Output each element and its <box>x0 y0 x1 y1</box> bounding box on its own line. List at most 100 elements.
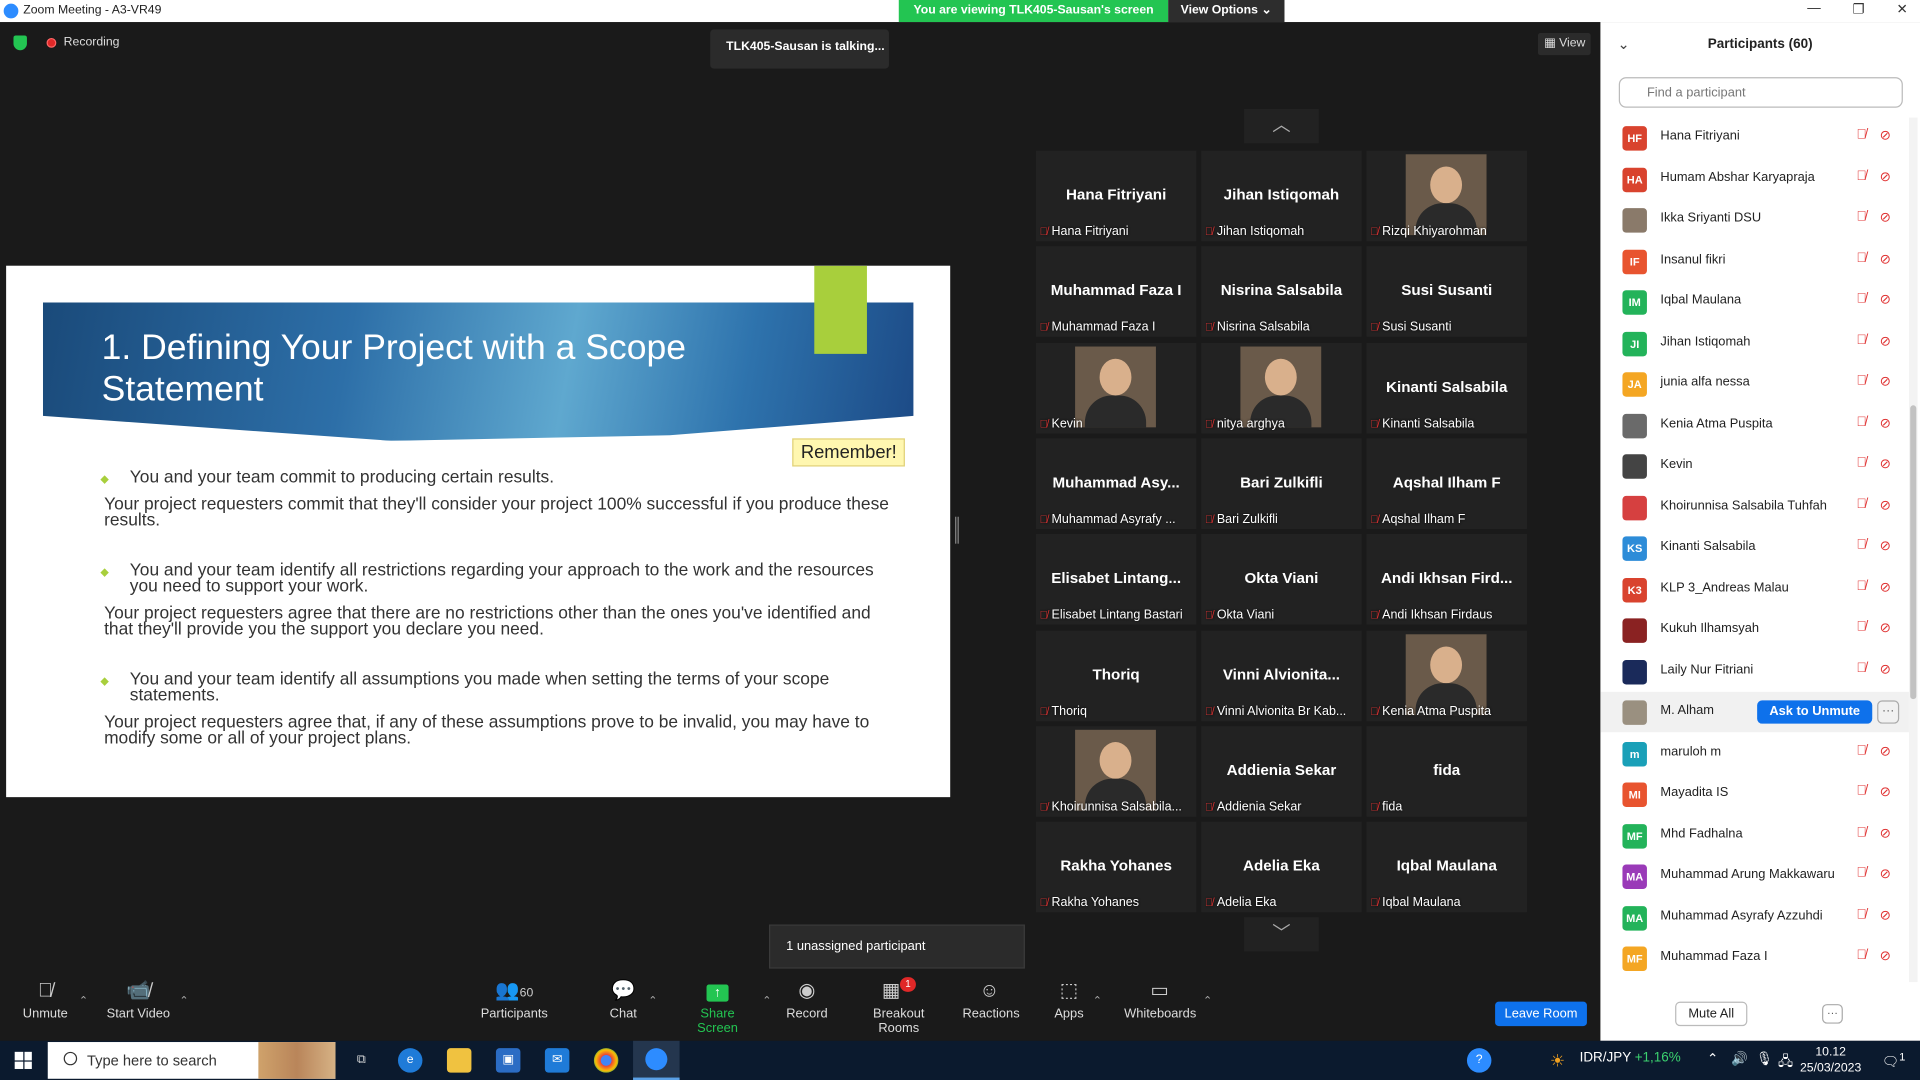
split-drag-handle[interactable] <box>955 516 959 544</box>
video-tile[interactable]: Aqshal Ilham F 🎙̸ Aqshal Ilham F <box>1366 438 1527 529</box>
video-off-icon[interactable]: ⊘ <box>1880 414 1891 431</box>
muted-mic-icon[interactable]: 🎙̸ <box>1856 784 1866 799</box>
chat-caret-icon[interactable]: ⌃ <box>648 994 657 1007</box>
apps-button[interactable]: ⬚ Apps ⌃ <box>1053 977 1102 1021</box>
video-off-icon[interactable]: ⊘ <box>1880 948 1891 964</box>
participants-button[interactable]: 👥60 Participants <box>480 977 549 1021</box>
reactions-button[interactable]: ☺ Reactions <box>962 977 1019 1021</box>
muted-mic-icon[interactable]: 🎙̸ <box>1856 414 1866 429</box>
help-icon[interactable]: ? <box>1466 1048 1492 1073</box>
video-tile[interactable]: Bari Zulkifli 🎙̸ Bari Zulkifli <box>1201 438 1362 529</box>
video-off-icon[interactable]: ⊘ <box>1880 661 1891 677</box>
muted-mic-icon[interactable]: 🎙̸ <box>1856 579 1866 594</box>
muted-mic-icon[interactable]: 🎙̸ <box>1856 620 1866 635</box>
video-off-icon[interactable]: ⊘ <box>1880 784 1891 800</box>
unassigned-participant-notice[interactable]: 1 unassigned participant <box>768 924 1025 969</box>
video-tile[interactable]: 🎙̸ Kevin <box>1035 342 1197 434</box>
video-off-icon[interactable]: ⊘ <box>1880 250 1891 267</box>
video-tile[interactable]: Rakha Yohanes 🎙̸ Rakha Yohanes <box>1035 821 1197 913</box>
unmute-button[interactable]: 🎙̸ Unmute ⌃ <box>20 977 88 1021</box>
microsoft-store-icon[interactable]: ▣ <box>495 1048 521 1073</box>
task-view-icon[interactable]: ⧉ <box>349 1048 373 1072</box>
notification-icon[interactable]: 🗨1 <box>1882 1051 1905 1070</box>
edge-browser-icon[interactable]: e <box>397 1048 423 1073</box>
video-off-icon[interactable]: ⊘ <box>1880 743 1891 759</box>
mute-all-button[interactable]: Mute All <box>1675 1001 1748 1027</box>
video-off-icon[interactable]: ⊘ <box>1880 907 1891 923</box>
audio-options-caret-icon[interactable]: ⌃ <box>79 994 88 1007</box>
muted-mic-icon[interactable]: 🎙̸ <box>1856 907 1866 922</box>
muted-mic-icon[interactable]: 🎙̸ <box>1856 743 1866 758</box>
apps-caret-icon[interactable]: ⌃ <box>1093 994 1102 1007</box>
start-video-button[interactable]: 📹̸ Start Video ⌃ <box>105 977 189 1021</box>
chat-button[interactable]: 💬 Chat ⌃ <box>606 977 658 1021</box>
network-icon[interactable]: 🖧 <box>1778 1051 1793 1074</box>
file-explorer-icon[interactable] <box>446 1048 472 1073</box>
video-off-icon[interactable]: ⊘ <box>1880 579 1891 595</box>
windows-start-icon[interactable] <box>14 1051 32 1069</box>
video-off-icon[interactable]: ⊘ <box>1880 373 1891 390</box>
video-tile[interactable]: 🎙̸ Khoirunnisa Salsabila... <box>1035 726 1197 817</box>
video-tile[interactable]: Adelia Eka 🎙̸ Adelia Eka <box>1201 821 1362 913</box>
participant-row[interactable]: Kevin 🎙̸ ⊘ <box>1600 446 1909 486</box>
muted-mic-icon[interactable]: 🎙̸ <box>1856 456 1866 471</box>
system-clock[interactable]: 10.12 25/03/2023 <box>1800 1044 1861 1076</box>
muted-mic-icon[interactable]: 🎙̸ <box>1856 538 1866 553</box>
video-tile[interactable]: fida 🎙̸ fida <box>1366 726 1527 817</box>
participant-row[interactable]: MF Mhd Fadhalna 🎙̸ ⊘ <box>1600 815 1909 855</box>
video-off-icon[interactable]: ⊘ <box>1880 620 1891 636</box>
view-options-button[interactable]: View Options ⌄ <box>1168 0 1284 23</box>
video-tile[interactable]: Iqbal Maulana 🎙̸ Iqbal Maulana <box>1366 821 1527 913</box>
muted-mic-icon[interactable]: 🎙̸ <box>1856 250 1866 265</box>
muted-mic-icon[interactable]: 🎙̸ <box>1856 127 1866 142</box>
video-off-icon[interactable]: ⊘ <box>1880 866 1891 882</box>
participant-row[interactable]: MA Muhammad Arung Makkawaru 🎙̸ ⊘ <box>1600 856 1909 896</box>
participant-search-input[interactable]: Find a participant <box>1618 77 1903 108</box>
participant-row[interactable]: JA junia alfa nessa 🎙̸ ⊘ <box>1600 364 1909 404</box>
whiteboard-caret-icon[interactable]: ⌃ <box>1203 994 1212 1007</box>
participant-row[interactable]: KS Kinanti Salsabila 🎙̸ ⊘ <box>1600 528 1909 568</box>
participant-row[interactable]: Kukuh Ilhamsyah 🎙̸ ⊘ <box>1600 610 1909 650</box>
gallery-down-arrow-icon[interactable]: ﹀ <box>1244 917 1319 952</box>
participant-row[interactable]: Ikka Sriyanti DSU 🎙̸ ⊘ <box>1600 200 1909 240</box>
participant-row[interactable]: HF Hana Fitriyani 🎙̸ ⊘ <box>1600 118 1909 158</box>
volume-icon[interactable]: 🔊 <box>1731 1051 1748 1067</box>
share-caret-icon[interactable]: ⌃ <box>762 994 771 1007</box>
participant-row[interactable]: Laily Nur Fitriani 🎙̸ ⊘ <box>1600 651 1909 691</box>
video-off-icon[interactable]: ⊘ <box>1880 291 1891 308</box>
mail-icon[interactable]: ✉ <box>544 1048 570 1073</box>
muted-mic-icon[interactable]: 🎙̸ <box>1856 497 1866 512</box>
video-tile[interactable]: Kinanti Salsabila 🎙̸ Kinanti Salsabila <box>1366 342 1527 434</box>
whiteboards-button[interactable]: ▭ Whiteboards ⌃ <box>1124 977 1212 1021</box>
video-tile[interactable]: 🎙̸ Kenia Atma Puspita <box>1366 630 1527 722</box>
video-tile[interactable]: Vinni Alvionita... 🎙̸ Vinni Alvionita Br K… <box>1201 630 1362 722</box>
participant-row[interactable]: M. Alham Ask to Unmute ··· <box>1600 691 1909 733</box>
video-tile[interactable]: Hana Fitriyani 🎙̸ Hana Fitriyani <box>1035 150 1197 242</box>
share-screen-button[interactable]: ↑ Share Screen ⌃ <box>681 977 771 1036</box>
video-off-icon[interactable]: ⊘ <box>1880 497 1891 513</box>
video-tile[interactable]: Susi Susanti 🎙̸ Susi Susanti <box>1366 246 1527 337</box>
ticker-change[interactable]: +1,16% <box>1635 1051 1681 1066</box>
participant-row[interactable]: IM Iqbal Maulana 🎙̸ ⊘ <box>1600 282 1909 322</box>
participant-row[interactable]: m maruloh m 🎙̸ ⊘ <box>1600 733 1909 773</box>
zoom-taskbar-icon[interactable] <box>633 1040 680 1080</box>
leave-room-button[interactable]: Leave Room <box>1495 1001 1587 1027</box>
video-tile[interactable]: Thoriq 🎙̸ Thoriq <box>1035 630 1197 722</box>
participant-list-scrollbar[interactable] <box>1908 117 1918 983</box>
chrome-icon[interactable] <box>593 1048 619 1073</box>
participant-row[interactable]: HA Humam Abshar Karyapraja 🎙̸ ⊘ <box>1600 159 1909 199</box>
video-tile[interactable]: Andi Ikhsan Fird... 🎙̸ Andi Ikhsan Firdaus <box>1366 533 1527 625</box>
participant-row[interactable]: MI Mayadita IS 🎙̸ ⊘ <box>1600 774 1909 814</box>
video-off-icon[interactable]: ⊘ <box>1880 456 1891 472</box>
participant-row[interactable]: IF Insanul fikri 🎙̸ ⊘ <box>1600 241 1909 281</box>
video-tile[interactable]: 🎙̸ nitya arghya <box>1201 342 1362 434</box>
security-shield-icon[interactable] <box>13 35 27 51</box>
video-off-icon[interactable]: ⊘ <box>1880 127 1891 144</box>
video-off-icon[interactable]: ⊘ <box>1880 538 1891 554</box>
video-off-icon[interactable]: ⊘ <box>1880 168 1891 185</box>
muted-mic-icon[interactable]: 🎙̸ <box>1856 209 1866 224</box>
record-button[interactable]: ◉ Record <box>785 977 829 1021</box>
video-tile[interactable]: Muhammad Asy... 🎙̸ Muhammad Asyrafy ... <box>1035 438 1197 529</box>
video-tile[interactable]: Nisrina Salsabila 🎙̸ Nisrina Salsabila <box>1201 246 1362 337</box>
panel-more-button[interactable]: ··· <box>1822 1004 1843 1024</box>
